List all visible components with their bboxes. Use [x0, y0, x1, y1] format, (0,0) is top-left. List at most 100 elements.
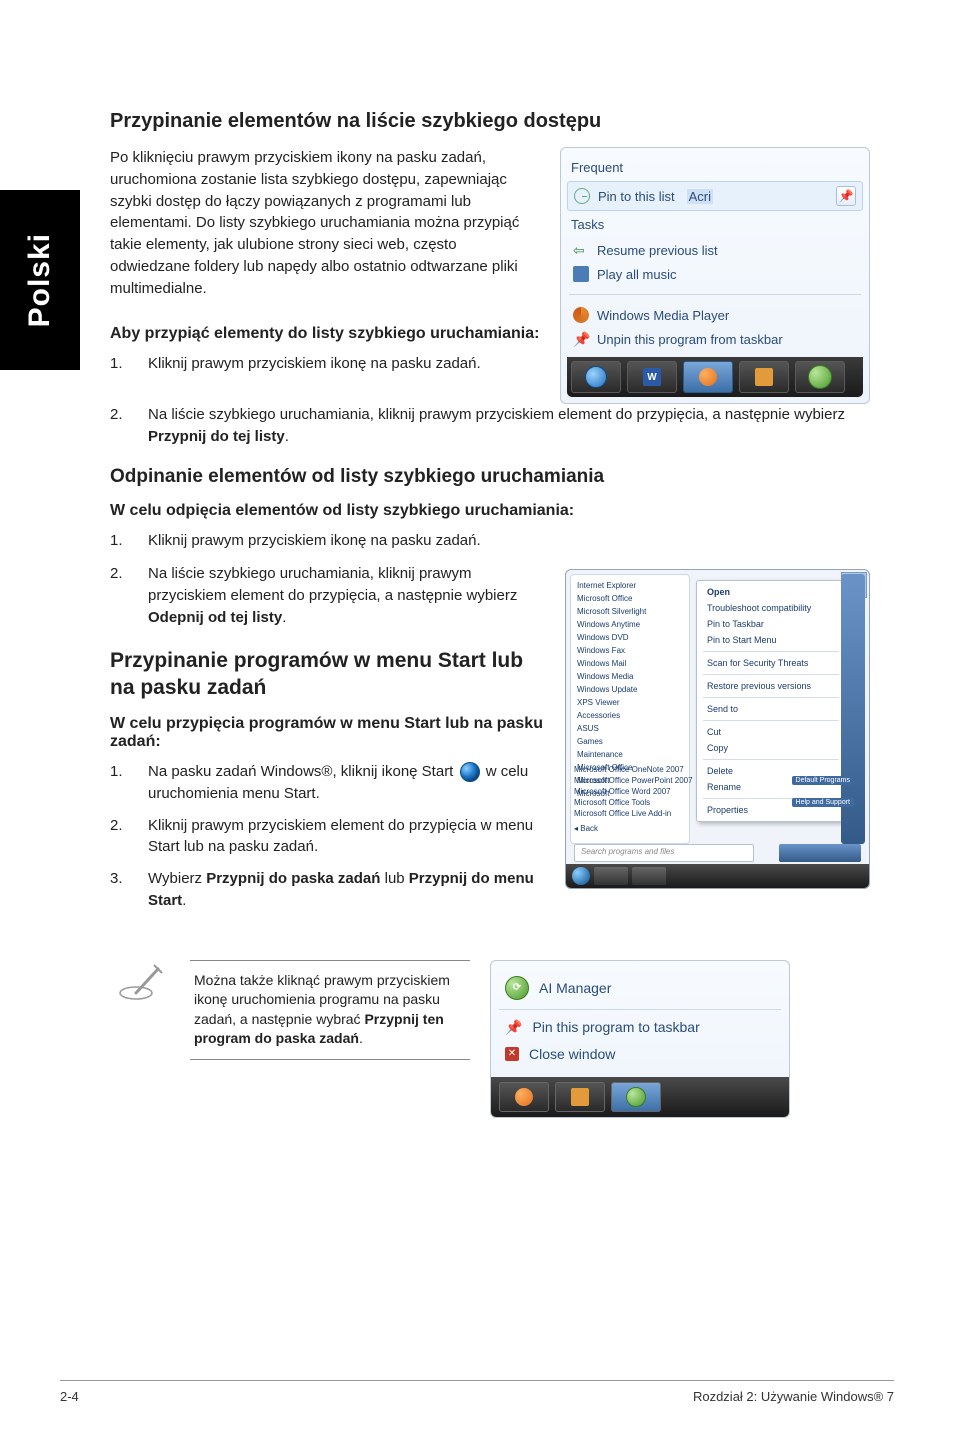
ctx-cut[interactable]: Cut: [697, 724, 845, 740]
wmp-icon: [515, 1088, 533, 1106]
ctx-pin-taskbar[interactable]: Pin to Taskbar: [697, 616, 845, 632]
taskbar-button[interactable]: [632, 867, 666, 885]
sm-item[interactable]: Windows Anytime: [573, 618, 687, 631]
separator: [499, 1009, 781, 1010]
task-resume-row[interactable]: ⇦ Resume previous list: [567, 238, 863, 262]
jumplist-app-row[interactable]: Windows Media Player: [567, 303, 863, 327]
start-orb-icon: [460, 762, 480, 782]
start-orb[interactable]: [572, 867, 590, 885]
sm-item[interactable]: Maintenance: [573, 748, 687, 761]
sm-item[interactable]: XPS Viewer: [573, 696, 687, 709]
jumplist-pin-row[interactable]: Pin to this list Acri 📌: [567, 181, 863, 211]
pin-icon: 📌: [505, 1019, 522, 1036]
wmp-icon: [573, 307, 589, 323]
ctx-copy[interactable]: Copy: [697, 740, 845, 756]
section-programs-title: Przypinanie programów w menu Start lub n…: [110, 647, 545, 702]
note-box: Można także kliknąć prawym przyciskiem i…: [190, 960, 470, 1060]
jumplist-frequent-label: Frequent: [571, 160, 859, 175]
note-icon: [110, 960, 172, 1008]
play-all-icon: [573, 266, 589, 282]
start-menu-recent: Microsoft Office OneNote 2007 Microsoft …: [574, 764, 854, 834]
clock-icon: [574, 188, 590, 204]
separator: [703, 759, 839, 760]
sm-item[interactable]: Windows Fax: [573, 644, 687, 657]
back-button[interactable]: ◂ Back: [574, 823, 854, 834]
recent-item[interactable]: Microsoft Office Live Add-in: [574, 808, 854, 819]
app-icon: [755, 368, 773, 386]
taskbar-wmp-button[interactable]: [683, 361, 733, 393]
taskbar-wmp-button[interactable]: [499, 1082, 549, 1112]
ctx-open[interactable]: Open: [697, 584, 845, 600]
taskbar-context-screenshot: ⟳ AI Manager 📌 Pin this program to taskb…: [490, 960, 790, 1118]
section-pin-intro: Po kliknięciu prawym przyciskiem ikony n…: [110, 147, 540, 299]
recent-item[interactable]: Microsoft Office Word 2007: [574, 786, 854, 797]
page-number: 2-4: [60, 1389, 79, 1404]
sm-item[interactable]: Internet Explorer: [573, 579, 687, 592]
sm-item[interactable]: ASUS: [573, 722, 687, 735]
unpin-icon: 📌: [573, 331, 589, 347]
taskbar-ai-button[interactable]: [795, 361, 845, 393]
sm-item[interactable]: Microsoft Silverlight: [573, 605, 687, 618]
pin-to-list-label: Pin to this list: [598, 189, 675, 204]
ctx-troubleshoot[interactable]: Troubleshoot compatibility: [697, 600, 845, 616]
unpin-step-2: 2. Na liście szybkiego uruchamiania, kli…: [110, 563, 545, 628]
ctx-sendto[interactable]: Send to: [697, 701, 845, 717]
pin-button[interactable]: 📌: [836, 186, 856, 206]
sm-item[interactable]: Windows DVD: [573, 631, 687, 644]
ai-manager-icon: ⟳: [505, 976, 529, 1000]
jumplist-taskbar: W: [567, 357, 863, 397]
section-pin-title: Przypinanie elementów na liście szybkieg…: [110, 110, 870, 133]
programs-step-1: 1. Na pasku zadań Windows®, kliknij ikon…: [110, 761, 545, 805]
page-footer: 2-4 Rozdział 2: Używanie Windows® 7: [60, 1380, 894, 1404]
programs-sub: W celu przypięcia programów w menu Start…: [110, 715, 545, 751]
start-taskbar: [566, 864, 869, 888]
recent-item[interactable]: Microsoft Office OneNote 2007: [574, 764, 854, 775]
recent-item[interactable]: Microsoft Office ToolsHelp and Support: [574, 797, 854, 808]
ctx-restore[interactable]: Restore previous versions: [697, 678, 845, 694]
search-input[interactable]: Search programs and files: [574, 844, 754, 862]
wmp-orange-icon: [699, 368, 717, 386]
app-icon: [571, 1088, 589, 1106]
sm-item[interactable]: Microsoft Office: [573, 592, 687, 605]
unpin-sub: W celu odpięcia elementów od listy szybk…: [110, 502, 870, 520]
taskbar-other-button[interactable]: [739, 361, 789, 393]
jumplist-unpin-row[interactable]: 📌 Unpin this program from taskbar: [567, 327, 863, 351]
jumplist-screenshot: Frequent Pin to this list Acri 📌 Tasks ⇦…: [560, 147, 870, 404]
taskbar-app-button[interactable]: [555, 1082, 605, 1112]
taskbar-word-button[interactable]: W: [627, 361, 677, 393]
separator: [703, 697, 839, 698]
pin-step-2: 2. Na liście szybkiego uruchamiania, kli…: [110, 404, 870, 448]
ai-icon: [808, 365, 832, 389]
tb-pin-row[interactable]: 📌 Pin this program to taskbar: [499, 1014, 781, 1041]
taskbar-ie-button[interactable]: [571, 361, 621, 393]
programs-step-3: 3. Wybierz Przypnij do paska zadań lub P…: [110, 868, 545, 912]
sm-item[interactable]: Games: [573, 735, 687, 748]
pin-step-1: 1. Kliknij prawym przyciskiem ikonę na p…: [110, 353, 540, 375]
tb-close-row[interactable]: ✕ Close window: [499, 1041, 781, 1067]
separator: [703, 674, 839, 675]
sm-item[interactable]: Windows Update: [573, 683, 687, 696]
recent-item[interactable]: Microsoft Office PowerPoint 2007Default …: [574, 775, 854, 786]
separator: [703, 651, 839, 652]
taskbar-ai-button[interactable]: [611, 1082, 661, 1112]
ai-icon: [626, 1087, 646, 1107]
ie-icon: [585, 366, 607, 388]
sm-item[interactable]: Windows Mail: [573, 657, 687, 670]
word-icon: W: [643, 368, 661, 386]
taskbar-button[interactable]: [594, 867, 628, 885]
tb-app-row[interactable]: ⟳ AI Manager: [499, 971, 781, 1005]
ctx-scan[interactable]: Scan for Security Threats: [697, 655, 845, 671]
section-unpin-title: Odpinanie elementów od listy szybkiego u…: [110, 466, 870, 488]
sm-item[interactable]: Windows Media: [573, 670, 687, 683]
separator: [569, 294, 861, 295]
ctx-pin-start[interactable]: Pin to Start Menu: [697, 632, 845, 648]
jumplist-tasks-label: Tasks: [571, 217, 859, 232]
start-menu-screenshot: Internet Explorer Microsoft Office Micro…: [565, 569, 870, 889]
pin-howto-title: Aby przypiąć elementy do listy szybkiego…: [110, 325, 540, 343]
pin-to-list-value: Acri: [687, 189, 713, 204]
resume-icon: ⇦: [573, 242, 589, 258]
task-playall-row[interactable]: Play all music: [567, 262, 863, 286]
shutdown-button[interactable]: [779, 844, 861, 862]
separator: [703, 720, 839, 721]
sm-item[interactable]: Accessories: [573, 709, 687, 722]
